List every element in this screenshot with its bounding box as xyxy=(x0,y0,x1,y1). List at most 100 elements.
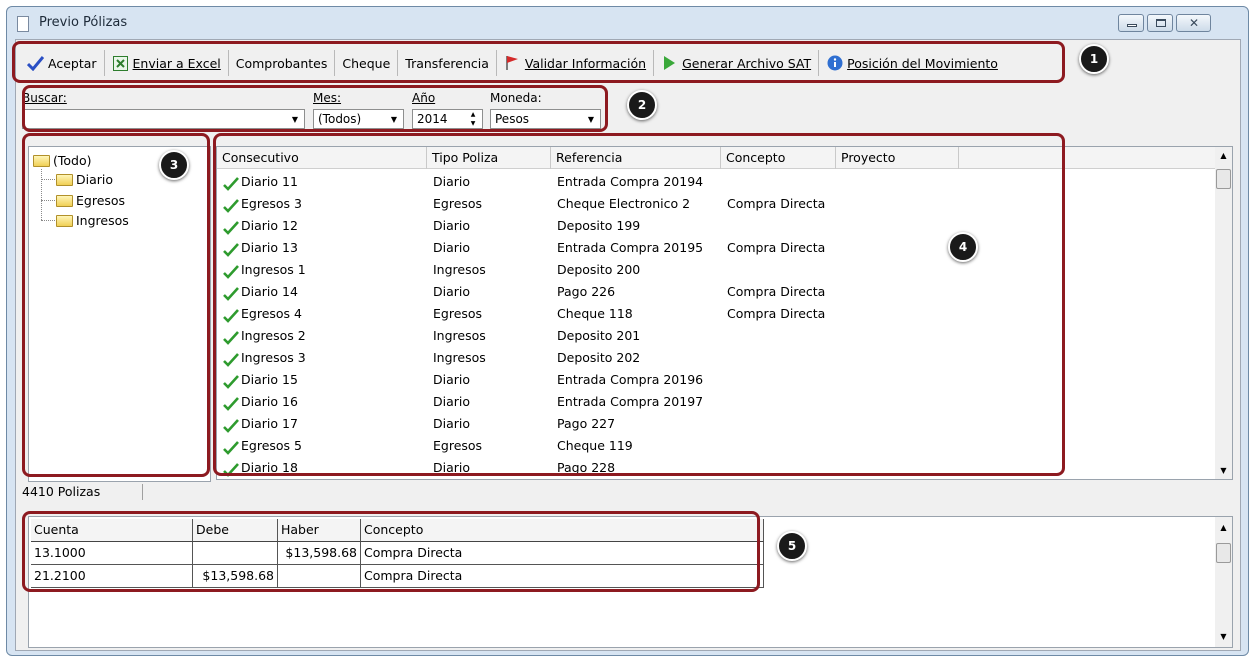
column-header-haber[interactable]: Haber xyxy=(278,519,361,542)
table-row[interactable]: Egresos 3 Egresos Cheque Electronico 2 Comp… xyxy=(217,193,1217,215)
table-row[interactable]: Diario 15 Diario Entrada Compra 20196 xyxy=(217,369,1217,391)
chevron-down-icon[interactable]: ▼ xyxy=(583,111,599,127)
cell-text: Deposito 202 xyxy=(557,350,641,365)
table-row[interactable]: Ingresos 3 Ingresos Deposito 202 xyxy=(217,347,1217,369)
column-header-concepto[interactable]: Concepto xyxy=(721,147,836,169)
anio-spinner[interactable]: 2014 ▲ ▼ xyxy=(412,109,483,129)
aceptar-button[interactable]: Aceptar xyxy=(20,50,105,76)
tree-label: (Todo) xyxy=(53,153,92,168)
table-row[interactable]: Diario 11 Diario Entrada Compra 20194 xyxy=(217,171,1217,193)
scroll-thumb[interactable] xyxy=(1216,543,1231,563)
tree-item-diario[interactable]: Diario xyxy=(56,172,113,187)
chevron-down-icon[interactable]: ▼ xyxy=(287,111,303,127)
check-icon xyxy=(223,374,239,389)
cell-text: Ingresos 2 xyxy=(241,328,306,343)
cell-text: Ingresos xyxy=(433,350,486,365)
callout-badge-3: 3 xyxy=(159,150,189,180)
tree-item-todo[interactable]: (Todo) xyxy=(33,153,92,168)
table-cell: Diario xyxy=(433,171,470,193)
table-cell: Cheque 118 xyxy=(557,303,633,325)
table-row[interactable]: Diario 14 Diario Pago 226 Compra Directa xyxy=(217,281,1217,303)
column-header-concepto[interactable]: Concepto xyxy=(361,519,764,542)
validar-button[interactable]: Validar Información xyxy=(497,50,655,76)
table-cell: Ingresos 1 xyxy=(223,259,306,281)
table-row[interactable]: Diario 17 Diario Pago 227 xyxy=(217,413,1217,435)
detalle-cell[interactable]: Compra Directa xyxy=(361,542,764,565)
cheque-label: Cheque xyxy=(342,55,391,71)
maximize-button[interactable] xyxy=(1147,14,1173,32)
table-row[interactable]: Diario 18 Diario Pago 228 xyxy=(217,457,1217,479)
column-header-referencia[interactable]: Referencia xyxy=(551,147,721,169)
scroll-up-icon[interactable]: ▲ xyxy=(1215,151,1232,160)
toolbar: Aceptar Enviar a Excel Comprobantes Cheq… xyxy=(20,46,1005,80)
table-cell: Diario xyxy=(433,281,470,303)
comprobantes-button[interactable]: Comprobantes xyxy=(229,50,336,76)
minimize-button[interactable] xyxy=(1118,14,1144,32)
scroll-down-icon[interactable]: ▼ xyxy=(1215,632,1232,641)
table-row[interactable]: Diario 12 Diario Deposito 199 xyxy=(217,215,1217,237)
scroll-up-icon[interactable]: ▲ xyxy=(1215,523,1232,532)
tree-item-ingresos[interactable]: Ingresos xyxy=(56,213,129,228)
cell-text: Diario xyxy=(433,460,471,475)
detalle-cell[interactable] xyxy=(278,565,361,588)
table-cell: Compra Directa xyxy=(727,237,825,259)
tree-item-egresos[interactable]: Egresos xyxy=(56,193,125,208)
table-cell: Compra Directa xyxy=(727,193,825,215)
mes-value: (Todos) xyxy=(318,112,362,126)
spin-down-icon[interactable]: ▼ xyxy=(465,119,481,128)
tree-label: Egresos xyxy=(76,193,126,208)
cheque-button[interactable]: Cheque xyxy=(335,50,399,76)
cell-text: Egresos xyxy=(433,306,483,321)
column-header-cuenta[interactable]: Cuenta xyxy=(31,519,193,542)
grid-scrollbar[interactable]: ▲ ▼ xyxy=(1215,147,1232,479)
detalle-cell[interactable]: Compra Directa xyxy=(361,565,764,588)
table-row[interactable]: Ingresos 1 Ingresos Deposito 200 xyxy=(217,259,1217,281)
cell-text: Entrada Compra 20194 xyxy=(557,174,704,189)
detalle-cell[interactable]: 21.2100 xyxy=(31,565,193,588)
cell-text: Compra Directa xyxy=(727,284,826,299)
close-button[interactable]: ✕ xyxy=(1176,14,1211,32)
mes-combo[interactable]: (Todos) ▼ xyxy=(313,109,404,129)
callout-badge-1: 1 xyxy=(1079,44,1109,74)
scroll-thumb[interactable] xyxy=(1216,169,1231,189)
column-header-debe[interactable]: Debe xyxy=(193,519,278,542)
buscar-combo[interactable]: ▼ xyxy=(22,109,305,129)
enviar-excel-button[interactable]: Enviar a Excel xyxy=(105,50,229,76)
generar-sat-button[interactable]: Generar Archivo SAT xyxy=(654,50,820,76)
posicion-button[interactable]: Posición del Movimiento xyxy=(819,50,1005,76)
table-cell: Entrada Compra 20195 xyxy=(557,237,703,259)
detalle-cell[interactable]: $13,598.68 xyxy=(278,542,361,565)
grid-header: Consecutivo Tipo Poliza Referencia Conce… xyxy=(217,147,1217,169)
check-icon xyxy=(223,352,239,367)
column-header-tipo[interactable]: Tipo Poliza xyxy=(427,147,551,169)
validar-label: Validar Información xyxy=(524,55,647,71)
table-cell: Diario xyxy=(433,215,470,237)
table-cell: Pago 226 xyxy=(557,281,615,303)
detalle-cell[interactable]: $13,598.68 xyxy=(193,565,278,588)
table-cell: Ingresos 3 xyxy=(223,347,306,369)
excel-icon xyxy=(112,55,129,72)
chevron-down-icon[interactable]: ▼ xyxy=(386,111,402,127)
moneda-combo[interactable]: Pesos ▼ xyxy=(490,109,601,129)
table-cell: Cheque 119 xyxy=(557,435,633,457)
anio-label: Año xyxy=(412,91,436,105)
detalle-cell[interactable] xyxy=(193,542,278,565)
cell-text: Diario 17 xyxy=(241,416,298,431)
scroll-down-icon[interactable]: ▼ xyxy=(1215,466,1232,475)
column-header-consecutivo[interactable]: Consecutivo xyxy=(217,147,427,169)
transferencia-button[interactable]: Transferencia xyxy=(398,50,497,76)
detalle-cell[interactable]: 13.1000 xyxy=(31,542,193,565)
folder-open-icon xyxy=(33,154,50,167)
table-row[interactable]: Diario 16 Diario Entrada Compra 20197 xyxy=(217,391,1217,413)
table-row[interactable]: Diario 13 Diario Entrada Compra 20195 Compr… xyxy=(217,237,1217,259)
table-row[interactable]: Ingresos 2 Ingresos Deposito 201 xyxy=(217,325,1217,347)
minimize-icon xyxy=(1127,24,1137,27)
table-cell: Diario 17 xyxy=(223,413,298,435)
table-row[interactable]: Egresos 4 Egresos Cheque 118 Compra Directa xyxy=(217,303,1217,325)
table-row[interactable]: Egresos 5 Egresos Cheque 119 xyxy=(217,435,1217,457)
detalle-scrollbar[interactable]: ▲ ▼ xyxy=(1215,517,1232,647)
cell-text: Pago 227 xyxy=(557,416,616,431)
spin-up-icon[interactable]: ▲ xyxy=(465,110,481,119)
polizas-grid: Consecutivo Tipo Poliza Referencia Conce… xyxy=(216,146,1233,480)
column-header-proyecto[interactable]: Proyecto xyxy=(836,147,959,169)
